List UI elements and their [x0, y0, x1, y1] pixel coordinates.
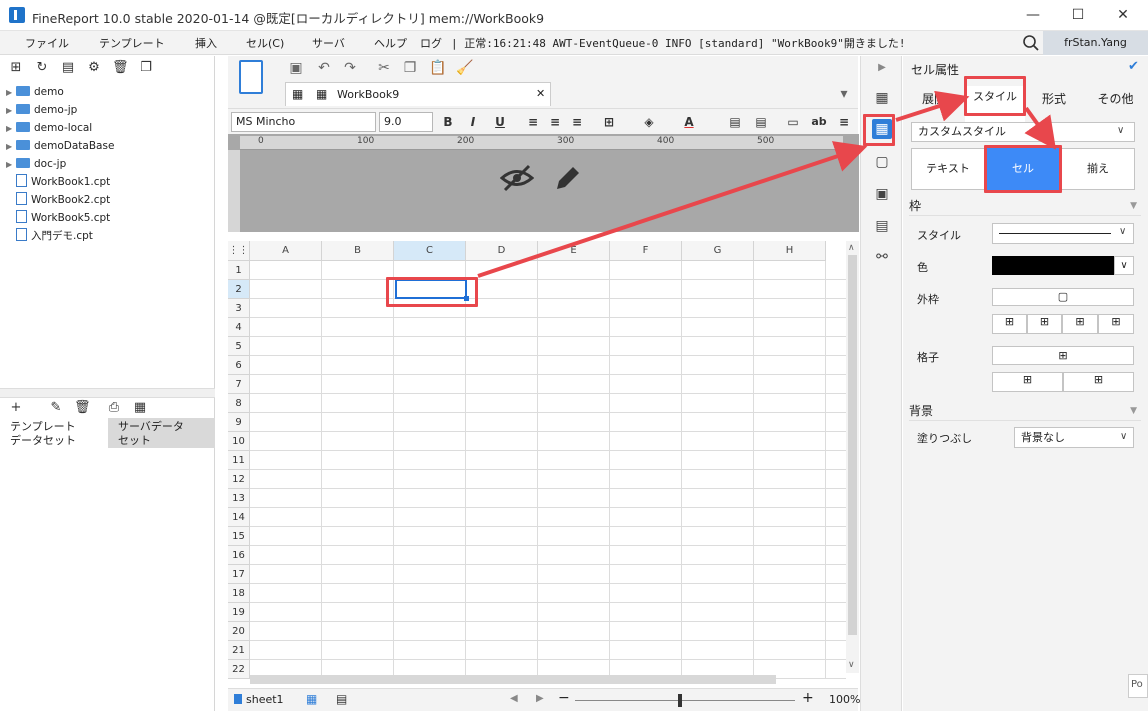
annotation-arrows [477, 90, 1057, 278]
